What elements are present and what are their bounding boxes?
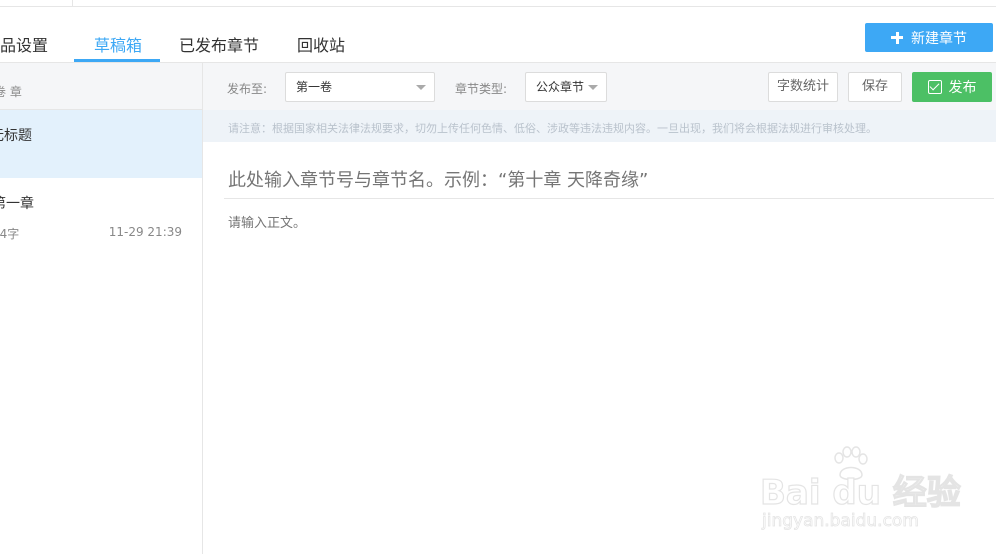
divider bbox=[224, 198, 994, 199]
chapter-title: 无标题 bbox=[0, 128, 32, 144]
chevron-down-icon bbox=[416, 85, 426, 90]
legal-notice-text: 请注意：根据国家相关法律法规要求，切勿上传任何色情、低俗、涉政等违法违规内容。一… bbox=[228, 122, 877, 135]
editor-toolbar: 发布至: 第一卷 章节类型: 公众章节 字数统计 保存 发布 bbox=[203, 62, 996, 110]
tab-work-settings[interactable]: 作品设置 bbox=[0, 32, 48, 56]
publish-to-label: 发布至: bbox=[227, 82, 268, 96]
sidebar-header: 卷 章 bbox=[0, 63, 202, 110]
chapter-title: 第一章 bbox=[0, 196, 34, 212]
chapter-type-value: 公众章节 bbox=[536, 80, 585, 94]
publish-to-value: 第一卷 bbox=[296, 80, 333, 94]
publish-to-select[interactable]: 第一卷 bbox=[285, 72, 435, 102]
sidebar-header-label: 卷 章 bbox=[0, 85, 22, 99]
publish-button[interactable]: 发布 bbox=[912, 72, 992, 102]
chapter-word-count: 14字 bbox=[0, 227, 20, 241]
chapter-type-label: 章节类型: bbox=[455, 82, 508, 96]
chevron-down-icon bbox=[588, 85, 598, 90]
chapter-type-select[interactable]: 公众章节 bbox=[525, 72, 607, 102]
tab-drafts[interactable]: 草稿箱 bbox=[94, 32, 142, 56]
tab-recycle-bin[interactable]: 回收站 bbox=[297, 32, 345, 56]
new-chapter-button[interactable]: 新建章节 bbox=[865, 23, 993, 52]
check-icon bbox=[927, 80, 942, 94]
chapter-list-item-active[interactable]: 无标题 bbox=[0, 110, 202, 178]
legal-notice: 请注意：根据国家相关法律法规要求，切勿上传任何色情、低俗、涉政等违法违规内容。一… bbox=[203, 110, 996, 142]
chapter-title-input[interactable] bbox=[228, 162, 988, 198]
chapter-list-item[interactable]: 第一章 14字 11-29 21:39 bbox=[0, 178, 202, 253]
plus-icon bbox=[891, 31, 903, 44]
word-count-button[interactable]: 字数统计 bbox=[768, 72, 838, 102]
baidu-jingyan-watermark: Bai du 经验 jingyan.baidu.com bbox=[759, 445, 990, 540]
chapter-timestamp: 11-29 21:39 bbox=[108, 225, 182, 239]
watermark-main: Bai du 经验 bbox=[759, 472, 961, 513]
chapter-sidebar: 卷 章 无标题 第一章 14字 11-29 21:39 bbox=[0, 62, 203, 554]
tab-bar: 作品设置 草稿箱 已发布章节 回收站 bbox=[0, 22, 996, 62]
tab-published-chapters[interactable]: 已发布章节 bbox=[179, 32, 259, 56]
new-chapter-label: 新建章节 bbox=[911, 30, 967, 47]
save-button[interactable]: 保存 bbox=[848, 72, 902, 102]
top-strip bbox=[0, 0, 996, 7]
publish-label: 发布 bbox=[948, 80, 977, 96]
watermark-sub: jingyan.baidu.com bbox=[762, 511, 920, 532]
